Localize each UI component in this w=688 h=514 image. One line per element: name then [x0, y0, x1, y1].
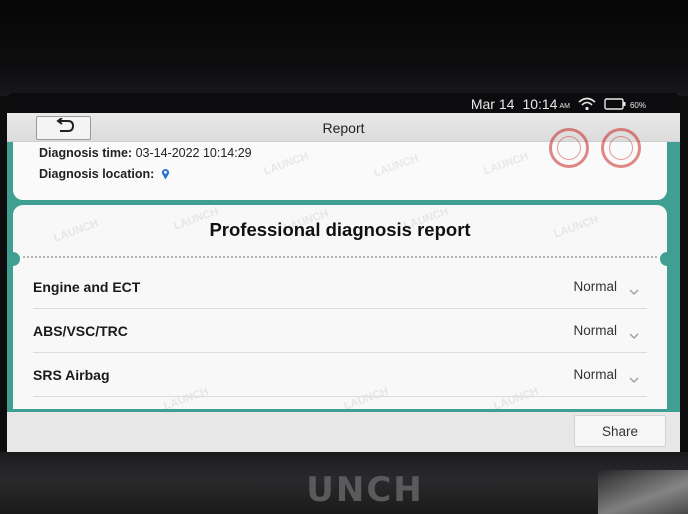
divider	[23, 256, 657, 258]
system-status: Normal	[573, 323, 617, 338]
share-button[interactable]: Share	[574, 415, 666, 447]
status-date: Mar 14	[470, 96, 515, 112]
battery-icon	[604, 98, 626, 110]
device-bezel-top	[0, 0, 688, 96]
diagnosis-report-card: LAUNCH LAUNCH LAUNCH LAUNCH LAUNCH LAUNC…	[7, 205, 674, 413]
stamp-seal-icon	[601, 128, 641, 168]
diagnosis-time-value: 03-14-2022 10:14:29	[135, 146, 252, 160]
watermark: LAUNCH	[482, 150, 531, 178]
system-row-abs[interactable]: ABS/VSC/TRC Normal	[33, 309, 647, 353]
watermark: LAUNCH	[262, 150, 311, 178]
watermark: LAUNCH	[372, 152, 421, 180]
diagnosis-location: Diagnosis location:	[39, 167, 170, 183]
system-name: ABS/VSC/TRC	[33, 323, 128, 339]
diagnosis-time: Diagnosis time: 03-14-2022 10:14:29	[39, 146, 252, 160]
status-time: 10:14	[522, 96, 558, 112]
chevron-down-icon[interactable]	[629, 282, 639, 300]
system-name: SRS Airbag	[33, 367, 110, 383]
photo-glare	[598, 470, 688, 514]
report-container: Diagnosis time: 03-14-2022 10:14:29 Diag…	[7, 128, 680, 413]
system-status: Normal	[573, 367, 617, 382]
location-pin-icon	[161, 168, 170, 183]
card-notch-right	[660, 252, 674, 266]
chevron-down-icon[interactable]	[629, 326, 639, 344]
diagnosis-location-label: Diagnosis location:	[39, 167, 155, 181]
chevron-down-icon[interactable]	[629, 370, 639, 388]
wifi-icon	[578, 97, 596, 111]
diagnosis-time-label: Diagnosis time:	[39, 146, 133, 160]
device-brand-logo: UNCH	[306, 470, 424, 510]
card-notch-left	[7, 252, 20, 266]
system-row-engine[interactable]: Engine and ECT Normal	[33, 265, 647, 309]
status-bar: Mar 14 10:14 AM 60%	[7, 93, 680, 113]
battery-percent: 60%	[629, 101, 646, 110]
stamp-seal-icon	[549, 128, 589, 168]
device-screen: Mar 14 10:14 AM 60% Report Diagnosis tim…	[7, 93, 680, 460]
system-status: Normal	[573, 279, 617, 294]
status-ampm: AM	[559, 102, 570, 110]
report-heading: Professional diagnosis report	[209, 219, 471, 240]
system-row-srs[interactable]: SRS Airbag Normal	[33, 353, 647, 397]
diagnosis-info-card: Diagnosis time: 03-14-2022 10:14:29 Diag…	[13, 128, 667, 200]
system-name: Engine and ECT	[33, 279, 141, 295]
